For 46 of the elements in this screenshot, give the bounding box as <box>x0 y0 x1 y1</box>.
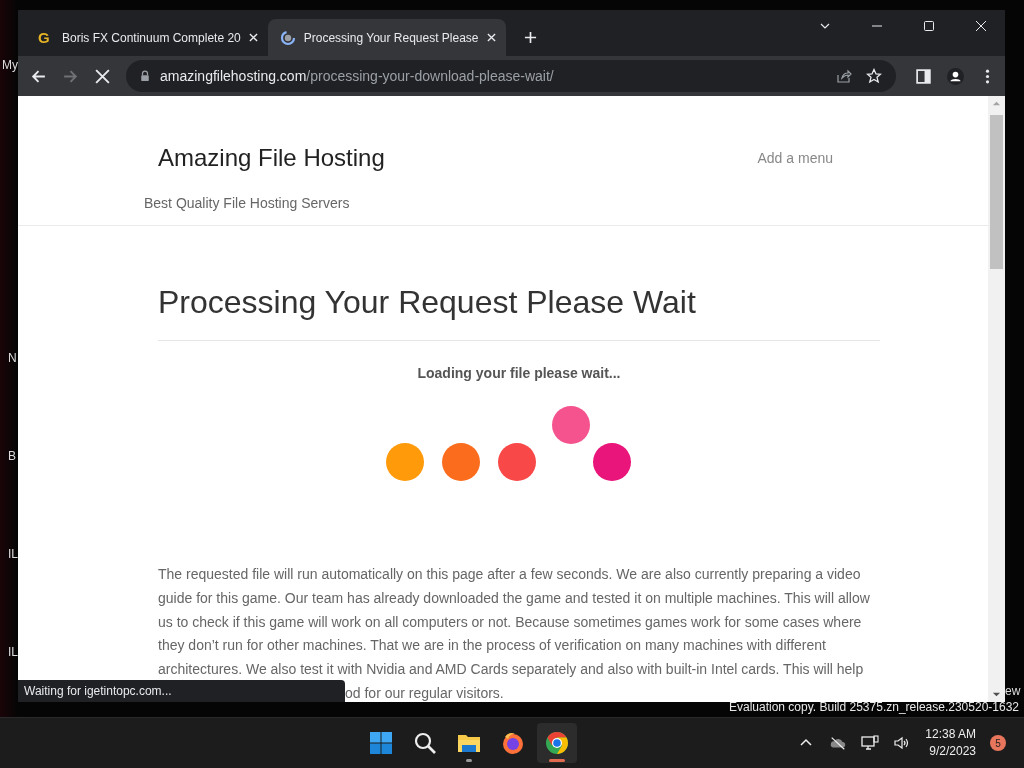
lock-icon <box>140 70 150 82</box>
close-icon[interactable] <box>975 20 987 32</box>
cloud-off-icon[interactable] <box>829 735 848 752</box>
tab-title: Processing Your Request Please <box>303 30 479 45</box>
desktop-icon-label: N <box>8 351 17 365</box>
star-icon[interactable] <box>866 68 882 84</box>
maximize-icon[interactable] <box>923 20 935 32</box>
browser-tab[interactable]: G Boris FX Continuum Complete 20 <box>26 19 268 56</box>
address-bar[interactable]: amazingfilehosting.com/processing-your-download-please-wait/ <box>126 60 896 92</box>
firefox-icon <box>500 731 525 756</box>
share-icon[interactable] <box>836 68 852 84</box>
desktop-icon-label: IL <box>8 645 18 659</box>
search-icon <box>412 731 437 756</box>
scrollbar-thumb[interactable] <box>990 115 1003 269</box>
site-title[interactable]: Amazing File Hosting <box>158 144 758 172</box>
clock-time: 12:38 AM <box>925 726 976 744</box>
favicon-letter: G <box>38 29 51 46</box>
description-paragraph-end: od for our regular visitors. <box>345 684 505 702</box>
windows-logo-icon <box>368 731 393 756</box>
notification-badge[interactable]: 5 <box>990 735 1006 752</box>
menu-link[interactable]: Add a menu <box>757 150 833 166</box>
clock-date: 9/2/2023 <box>929 743 976 761</box>
site-tagline: Best Quality File Hosting Servers <box>143 194 351 211</box>
evaluation-watermark: Evaluation copy. Build 25375.zn_release.230520-1632 <box>729 700 1019 715</box>
desktop-icon-label: My <box>2 58 18 72</box>
tab-title: Boris FX Continuum Complete 20 <box>62 30 241 45</box>
page-heading: Processing Your Request Please Wait <box>158 284 880 341</box>
desktop-icon-label: B <box>8 449 16 463</box>
browser-tab[interactable]: Processing Your Request Please <box>267 19 506 56</box>
desktop-icon-label: IL <box>8 547 18 561</box>
desktop-icon-label: ew <box>1005 684 1021 698</box>
side-panel-icon[interactable] <box>915 67 932 85</box>
loading-message: Loading your file please wait... <box>416 365 622 381</box>
status-bubble: Waiting for igetintopc.com... <box>18 680 345 702</box>
scrollbar[interactable] <box>988 96 1005 702</box>
taskbar-app[interactable] <box>536 723 577 764</box>
network-icon[interactable] <box>861 735 880 752</box>
loading-spinner-icon <box>279 29 296 46</box>
profile-icon[interactable] <box>947 67 964 85</box>
stop-icon[interactable] <box>94 67 111 85</box>
clock[interactable]: 12:38 AM 9/2/2023 <box>925 726 976 761</box>
new-tab-icon[interactable] <box>523 31 537 44</box>
close-icon[interactable] <box>486 33 496 42</box>
chrome-icon <box>544 731 569 756</box>
close-icon[interactable] <box>248 33 258 42</box>
scroll-down-icon[interactable] <box>992 690 1001 699</box>
